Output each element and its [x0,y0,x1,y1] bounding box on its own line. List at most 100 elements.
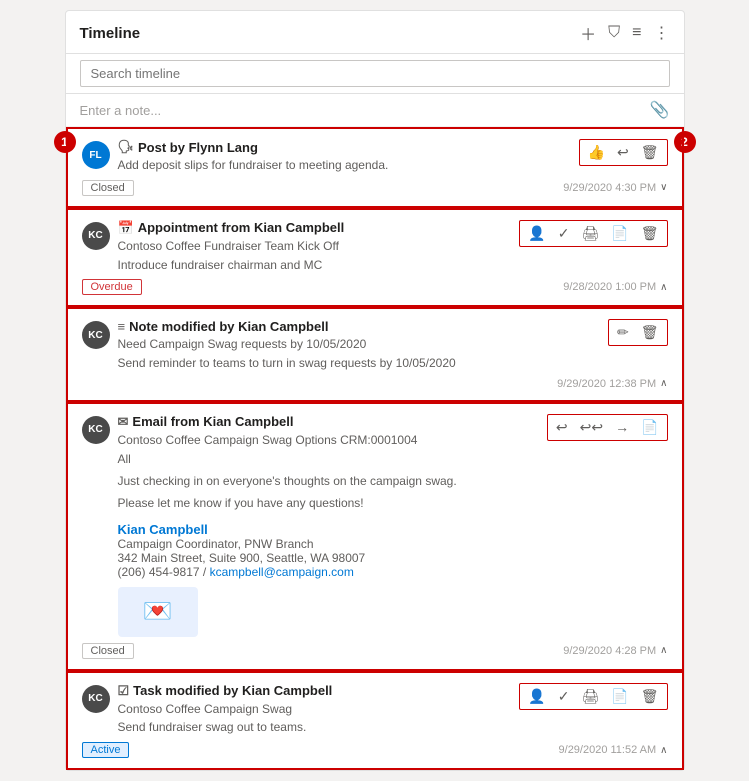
post-chevron[interactable]: ∨ [660,182,667,193]
sig-phone: (206) 454-9817 [118,565,200,579]
appointment-item-actions: 👤 ✓ 🖨 📄 🗑 [519,220,667,247]
paperclip-icon[interactable]: 📎 [650,100,670,120]
note-item: KC ≡ Note modified by Kian Campbell Need… [66,307,684,402]
email-body1: Just checking in on everyone's thoughts … [118,472,547,490]
appointment-item-desc1: Contoso Coffee Fundraiser Team Kick Off [118,238,520,255]
add-icon[interactable]: ＋ [580,21,596,45]
email-item-actions: ↩ ↩↩ → 📄 [547,414,668,441]
timeline-header: Timeline ＋ ⛉ ≡ ⋮ [66,11,684,54]
sig-name: Kian Campbell [118,522,547,537]
note-item-footer: 9/29/2020 12:38 PM ∧ [82,378,668,390]
timeline-items: FL 🗣 Post by Flynn Lang Add deposit slip… [66,127,684,770]
appt-doc-button[interactable]: 📄 [609,223,630,244]
avatar-fl: FL [82,141,110,169]
post-trash-button[interactable]: 🗑 [639,142,661,163]
post-item-footer: Closed 9/29/2020 4:30 PM ∨ [82,180,668,196]
post-status-badge: Closed [82,180,134,196]
post-item-left: FL 🗣 Post by Flynn Lang Add deposit slip… [82,139,579,174]
task-status-badge: Active [82,742,130,758]
appointment-item-footer: Overdue 9/28/2020 1:00 PM ∧ [82,279,668,295]
appt-print-button[interactable]: 🖨 [580,223,602,244]
appointment-item-title: 📅 Appointment from Kian Campbell [118,220,520,236]
email-item-title: ✉ Email from Kian Campbell [118,414,547,430]
timeline-panel: 1 2 Timeline ＋ ⛉ ≡ ⋮ Enter a note... 📎 F… [65,10,685,771]
note-placeholder[interactable]: Enter a note... [80,103,162,118]
search-bar [66,54,684,94]
post-icon: 🗣 [118,139,135,155]
email-icon: ✉ [118,414,129,430]
task-print-button[interactable]: 🖨 [580,686,602,707]
task-trash-button[interactable]: 🗑 [639,686,661,707]
email-item-header: KC ✉ Email from Kian Campbell Contoso Co… [82,414,668,637]
task-item-title: ☑ Task modified by Kian Campbell [118,683,520,699]
header-icons: ＋ ⛉ ≡ ⋮ [580,21,669,45]
email-item-footer: Closed 9/29/2020 4:28 PM ∧ [82,643,668,659]
note-item-desc1: Need Campaign Swag requests by 10/05/202… [118,336,608,353]
post-title-text: Post by Flynn Lang [138,140,258,155]
search-input[interactable] [80,60,670,87]
appointment-icon: 📅 [118,220,134,236]
avatar-kc-task: KC [82,685,110,713]
appointment-item: KC 📅 Appointment from Kian Campbell Cont… [66,208,684,308]
email-item-left: KC ✉ Email from Kian Campbell Contoso Co… [82,414,547,637]
email-forward-button[interactable]: → [613,417,631,437]
task-item-left: KC ☑ Task modified by Kian Campbell Cont… [82,683,520,737]
email-body2: Please let me know if you have any quest… [118,494,547,512]
avatar-kc-appt: KC [82,222,110,250]
note-item-actions: ✏ 🗑 [608,319,668,346]
email-reply-button[interactable]: ↩ [554,417,570,438]
appt-trash-button[interactable]: 🗑 [639,223,661,244]
post-item-header: FL 🗣 Post by Flynn Lang Add deposit slip… [82,139,668,174]
post-reply-button[interactable]: ↩ [615,142,631,163]
email-timestamp: 9/29/2020 4:28 PM ∧ [563,645,667,657]
note-area: Enter a note... 📎 [66,94,684,127]
task-item-header: KC ☑ Task modified by Kian Campbell Cont… [82,683,668,737]
email-replyall-button[interactable]: ↩↩ [578,417,605,438]
note-item-left: KC ≡ Note modified by Kian Campbell Need… [82,319,608,372]
note-item-desc2: Send reminder to teams to turn in swag r… [118,355,608,372]
sig-title: Campaign Coordinator, PNW Branch [118,537,547,551]
appt-check-button[interactable]: ✓ [556,223,572,244]
sig-phone-email: (206) 454-9817 / kcampbell@campaign.com [118,565,547,579]
email-item-content: ✉ Email from Kian Campbell Contoso Coffe… [118,414,547,637]
appointment-item-header: KC 📅 Appointment from Kian Campbell Cont… [82,220,668,274]
post-thumbup-button[interactable]: 👍 [586,142,607,163]
filter-icon[interactable]: ⛉ [608,24,620,42]
email-doc-button[interactable]: 📄 [639,417,660,438]
appointment-item-content: 📅 Appointment from Kian Campbell Contoso… [118,220,520,274]
sig-email-link[interactable]: kcampbell@campaign.com [210,565,354,579]
task-doc-button[interactable]: 📄 [609,686,630,707]
task-chevron[interactable]: ∧ [660,745,667,756]
task-assign-button[interactable]: 👤 [526,686,547,707]
note-icon: ≡ [118,319,126,334]
task-item-desc2: Send fundraiser swag out to teams. [118,719,520,736]
appointment-title-text: Appointment from Kian Campbell [138,220,345,235]
appointment-timestamp: 9/28/2020 1:00 PM ∧ [563,281,667,293]
note-item-content: ≡ Note modified by Kian Campbell Need Ca… [118,319,608,372]
post-timestamp: 9/29/2020 4:30 PM ∨ [563,182,667,194]
email-chevron[interactable]: ∧ [660,645,667,656]
appointment-status-badge: Overdue [82,279,142,295]
note-title-text: Note modified by Kian Campbell [129,319,328,334]
task-item-content: ☑ Task modified by Kian Campbell Contoso… [118,683,520,737]
appt-assign-button[interactable]: 👤 [526,223,547,244]
avatar-kc-note: KC [82,321,110,349]
task-item-desc1: Contoso Coffee Campaign Swag [118,701,520,718]
email-signature: Kian Campbell Campaign Coordinator, PNW … [118,522,547,579]
sort-icon[interactable]: ≡ [632,24,641,42]
email-image: 💌 [118,587,198,637]
task-check-button[interactable]: ✓ [556,686,572,707]
email-item: KC ✉ Email from Kian Campbell Contoso Co… [66,402,684,671]
task-item-footer: Active 9/29/2020 11:52 AM ∧ [82,742,668,758]
timeline-title: Timeline [80,25,581,42]
note-edit-button[interactable]: ✏ [615,322,631,343]
note-trash-button[interactable]: 🗑 [639,322,661,343]
sig-address: 342 Main Street, Suite 900, Seattle, WA … [118,551,547,565]
more-icon[interactable]: ⋮ [654,23,670,43]
note-chevron[interactable]: ∧ [660,378,667,389]
avatar-kc-email: KC [82,416,110,444]
email-item-desc2: All [118,451,547,468]
post-item-actions: 👍 ↩ 🗑 [579,139,668,166]
note-item-title: ≡ Note modified by Kian Campbell [118,319,608,334]
appointment-chevron[interactable]: ∧ [660,282,667,293]
